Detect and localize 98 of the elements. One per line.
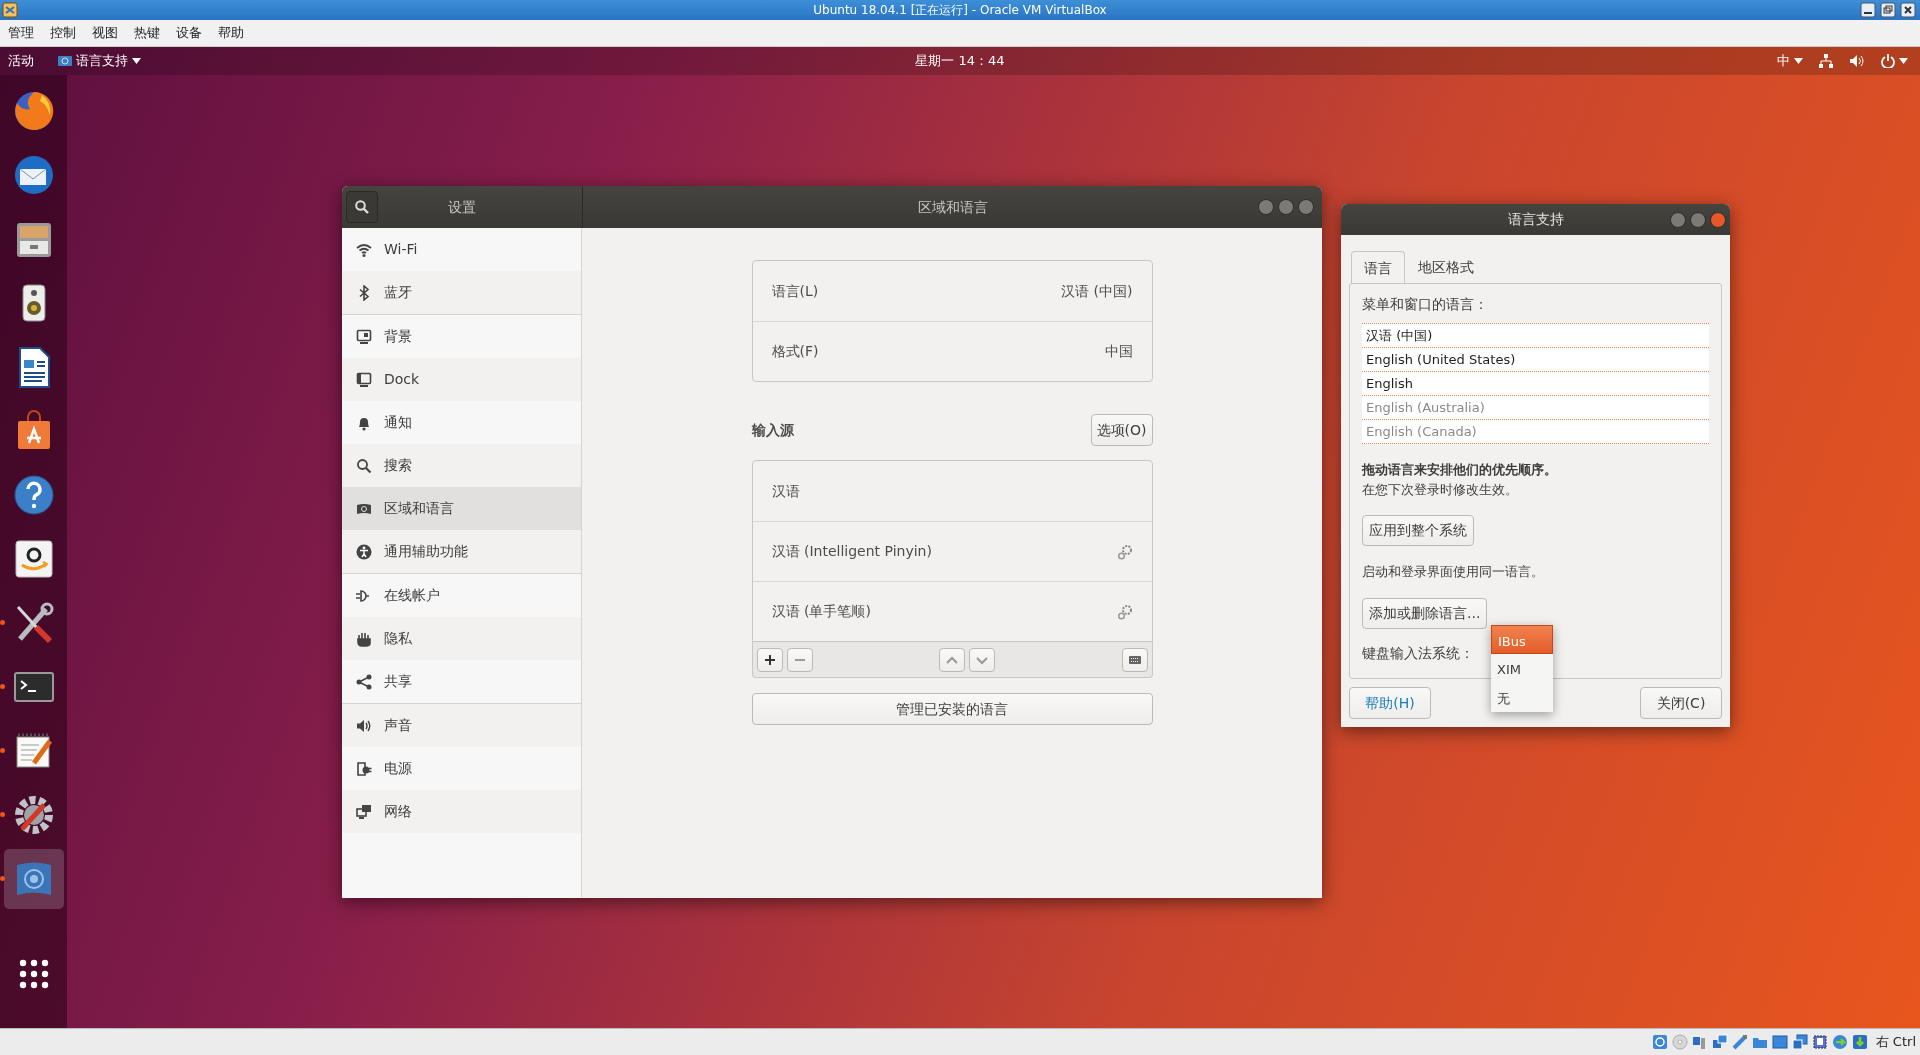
language-item[interactable]: English (Canada)	[1362, 420, 1709, 444]
close-button[interactable]	[1900, 2, 1916, 18]
options-button[interactable]: 选项(O)	[1090, 414, 1153, 446]
sidebar-item[interactable]: 电源	[342, 747, 581, 790]
menu-item[interactable]: 管理	[0, 20, 42, 46]
sidebar-item[interactable]: 网络	[342, 790, 581, 833]
host-key-label: 右 Ctrl	[1875, 1033, 1916, 1052]
restore-button[interactable]	[1880, 2, 1896, 18]
sidebar-item[interactable]: Dock	[342, 358, 581, 401]
sidebar-item[interactable]: 搜索	[342, 444, 581, 487]
monitor-icon	[356, 371, 372, 388]
close-icon	[1900, 2, 1916, 18]
plug-icon	[356, 587, 372, 604]
panel-title: 设置	[448, 197, 476, 217]
accessibility-icon	[356, 543, 372, 560]
language-item[interactable]: English (United States)	[1362, 348, 1709, 372]
manage-languages-button[interactable]: 管理已安装的语言	[751, 693, 1153, 725]
add-remove-languages-button[interactable]: 添加或删除语言...	[1362, 597, 1488, 629]
sidebar-item[interactable]: 区域和语言	[342, 487, 581, 530]
input-method-menu[interactable]: 中	[1777, 51, 1803, 71]
note-text: 启动和登录界面使用同一语言。	[1362, 563, 1545, 581]
menu-item[interactable]: 控制	[42, 20, 84, 46]
monitor-icon	[356, 328, 372, 345]
hand-icon	[356, 630, 372, 647]
tab[interactable]: 语言	[1351, 251, 1405, 284]
section-heading: 输入源	[751, 420, 794, 440]
maximize-button[interactable]	[1278, 199, 1294, 215]
input-source-row[interactable]: 汉语	[752, 461, 1152, 521]
close-dialog-button[interactable]: 关闭(C)	[1640, 687, 1722, 719]
keyboard-icon	[1128, 653, 1141, 666]
sidebar-item[interactable]: 通知	[342, 401, 581, 444]
hint-text: 拖动语言来安排他们的优先顺序。	[1362, 461, 1558, 479]
speaker-icon	[356, 717, 372, 734]
settings-row[interactable]: 格式(F) 中国	[752, 321, 1152, 381]
add-button[interactable]	[756, 647, 783, 672]
sidebar-item[interactable]: 隐私	[342, 617, 581, 660]
caret-icon	[1899, 58, 1908, 64]
activities-button[interactable]: 活动	[8, 51, 34, 71]
sidebar-item[interactable]: 共享	[342, 660, 581, 703]
arrow-globe-icon	[1831, 1034, 1848, 1050]
usb-icon	[1731, 1034, 1748, 1050]
app-menu[interactable]: 语言支持	[58, 51, 141, 71]
menu-item[interactable]: 热键	[126, 20, 168, 46]
input-method-label: 键盘输入法系统：	[1362, 643, 1474, 663]
caret-icon	[132, 58, 141, 64]
menu-item[interactable]: 视图	[84, 20, 126, 46]
tab[interactable]: 地区格式	[1405, 251, 1487, 283]
search-button[interactable]	[346, 191, 378, 223]
dropdown-option[interactable]: 无	[1491, 683, 1553, 712]
menu-item[interactable]: 设备	[168, 20, 210, 46]
language-item[interactable]: English	[1362, 372, 1709, 396]
wifi-icon	[356, 241, 372, 258]
window-title: Ubuntu 18.04.1 [正在运行] - Oracle VM VirtualBox	[813, 2, 1107, 19]
menu-item[interactable]: 帮助	[210, 20, 252, 46]
sidebar-item[interactable]: 声音	[342, 704, 581, 747]
display-icon	[1771, 1034, 1788, 1050]
language-item[interactable]: English (Australia)	[1362, 396, 1709, 420]
help-button[interactable]: 帮助(H)	[1349, 687, 1431, 719]
input-source-row[interactable]: 汉语 (Intelligent Pinyin)	[752, 521, 1152, 581]
windows-icon	[1791, 1034, 1808, 1050]
note-text: 在您下次登录时修改生效。	[1362, 480, 1519, 499]
volume-icon	[1849, 54, 1865, 68]
sidebar-item[interactable]: 在线帐户	[342, 574, 581, 617]
window-title: 区域和语言	[917, 197, 988, 217]
search-icon	[356, 457, 372, 474]
maximize-button[interactable]	[1690, 211, 1706, 228]
minimize-icon	[1860, 2, 1876, 18]
battery-plug-icon	[356, 760, 372, 777]
share-icon	[356, 673, 372, 690]
network-icon	[1711, 1034, 1728, 1050]
sidebar-item[interactable]: 蓝牙	[342, 271, 581, 314]
sidebar-item[interactable]: Wi-Fi	[342, 228, 581, 271]
language-item[interactable]: 汉语 (中国)	[1362, 324, 1709, 348]
settings-row[interactable]: 语言(L) 汉语 (中国)	[752, 261, 1152, 321]
system-menu[interactable]	[1881, 54, 1908, 68]
restore-icon	[1880, 2, 1896, 18]
dropdown-option[interactable]: XIM	[1491, 654, 1553, 683]
chip-icon	[1811, 1034, 1828, 1050]
flag-icon	[58, 55, 72, 67]
optical-disc-icon	[1671, 1034, 1688, 1050]
list-label: 菜单和窗口的语言：	[1362, 295, 1489, 314]
window-title: 语言支持	[1507, 210, 1564, 229]
dock-launcher[interactable]	[3, 849, 64, 909]
apply-button[interactable]: 应用到整个系统	[1362, 515, 1474, 546]
minimize-button[interactable]	[1860, 2, 1876, 18]
clock[interactable]: 星期一 14：44	[915, 51, 1005, 71]
help-icon	[11, 473, 56, 517]
caret-icon	[1794, 58, 1803, 64]
plus-icon	[763, 653, 776, 666]
power-icon	[1881, 54, 1895, 68]
sidebar-item[interactable]: 背景	[342, 315, 581, 358]
network-icon	[1819, 54, 1833, 68]
network-icon	[356, 803, 372, 820]
input-source-row[interactable]: 汉语 (单手笔顺)	[752, 581, 1152, 641]
search-icon	[355, 200, 369, 214]
sidebar-item[interactable]: 通用辅助功能	[342, 530, 581, 573]
keyboard-layout-button[interactable]	[1121, 647, 1148, 672]
download-icon	[1851, 1034, 1868, 1050]
